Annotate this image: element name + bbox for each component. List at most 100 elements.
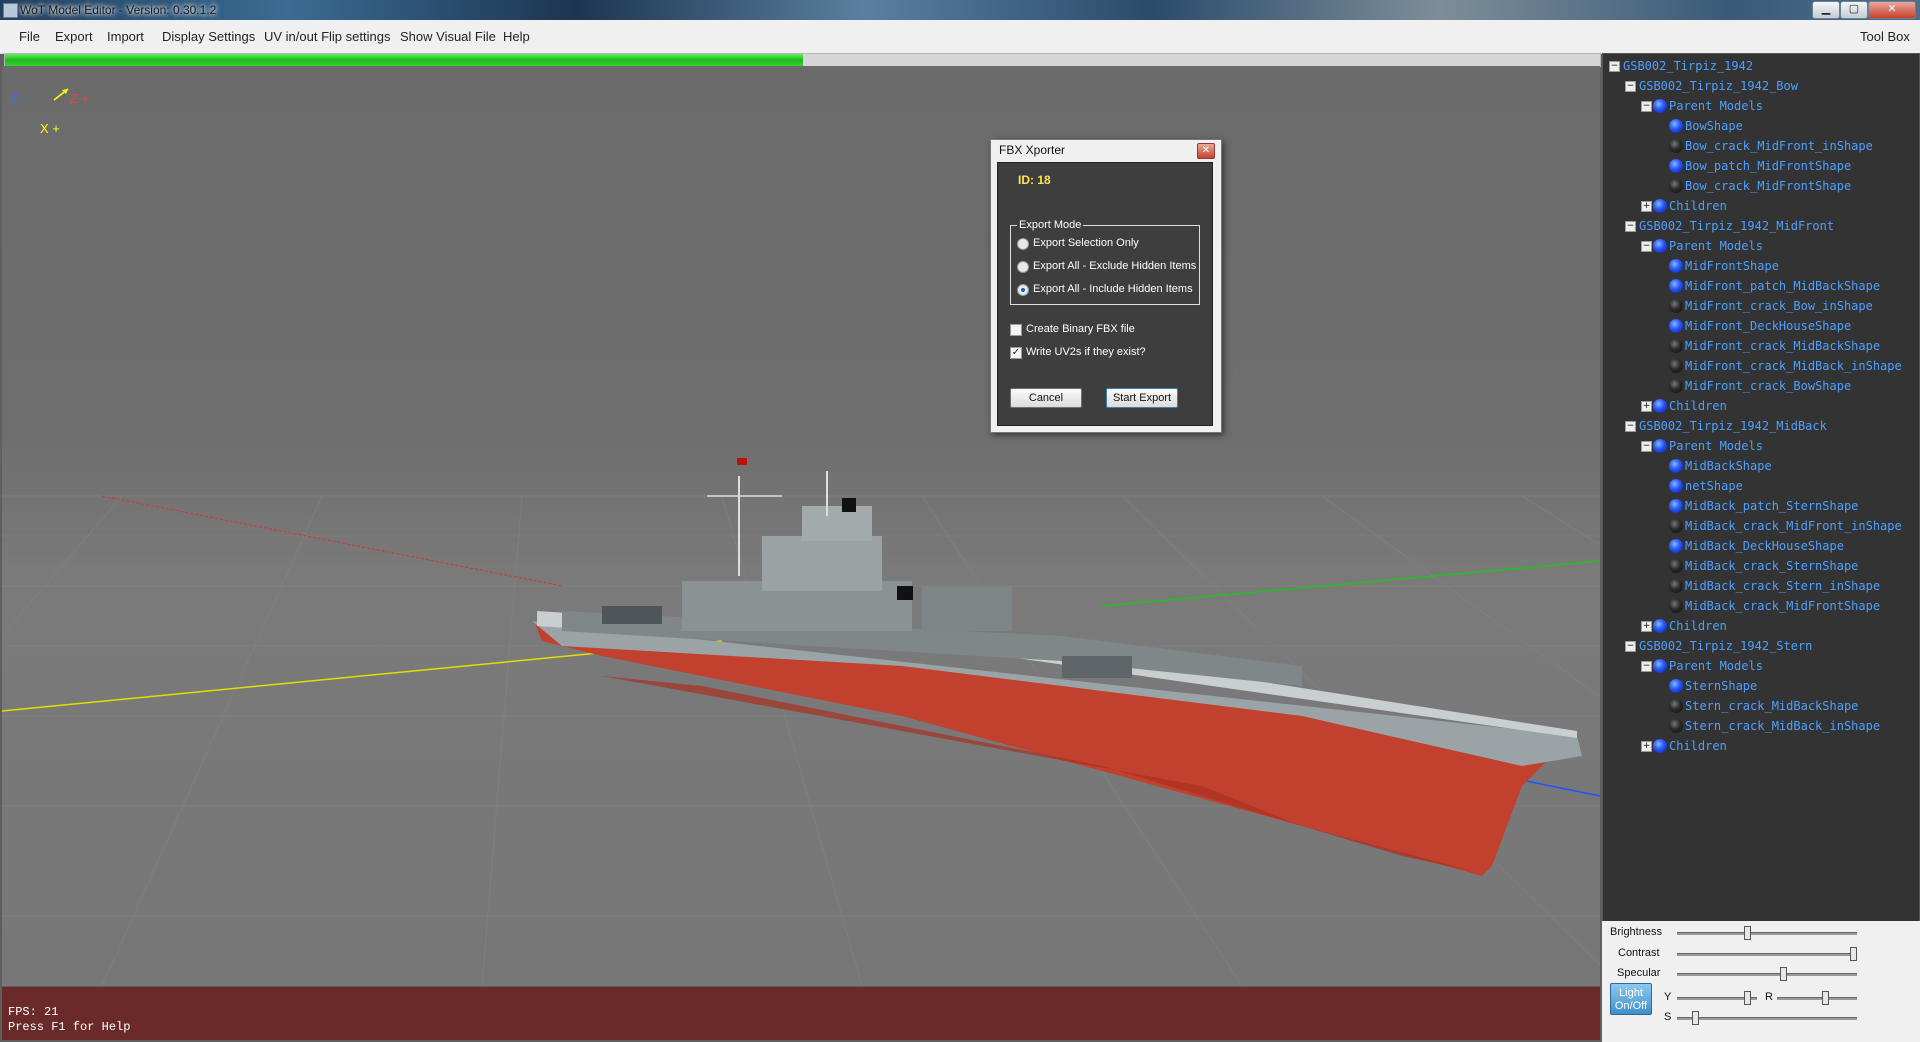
- collapse-icon[interactable]: −: [1641, 661, 1652, 672]
- collapse-icon[interactable]: −: [1625, 81, 1636, 92]
- tree-label: MidFront_DeckHouseShape: [1685, 319, 1852, 333]
- r-slider[interactable]: [1777, 997, 1857, 1000]
- visible-visibility-icon[interactable]: [1669, 479, 1683, 493]
- hidden-visibility-icon[interactable]: [1669, 719, 1683, 733]
- menu-toolbox[interactable]: Tool Box: [1860, 29, 1910, 44]
- checkbox[interactable]: [1010, 324, 1022, 336]
- expand-icon[interactable]: +: [1641, 741, 1652, 752]
- radio-button-selected[interactable]: [1017, 284, 1029, 296]
- contrast-slider-thumb[interactable]: [1850, 947, 1858, 961]
- visible-visibility-icon[interactable]: [1653, 199, 1667, 213]
- visible-visibility-icon[interactable]: [1653, 739, 1667, 753]
- visible-visibility-icon[interactable]: [1669, 159, 1683, 173]
- dialog-body: ID: 18 Export Mode Export Selection Only…: [997, 162, 1213, 426]
- radio-label: Export Selection Only: [1033, 237, 1139, 249]
- specular-slider[interactable]: [1677, 973, 1857, 976]
- dialog-close-button[interactable]: ✕: [1197, 143, 1215, 159]
- radio-label: Export All - Exclude Hidden Items: [1033, 260, 1197, 272]
- collapse-icon[interactable]: −: [1641, 241, 1652, 252]
- r-label: R: [1765, 991, 1773, 1003]
- radio-button[interactable]: [1017, 261, 1029, 273]
- tree-label: GSB002_Tirpiz_1942_Stern: [1639, 639, 1813, 653]
- window-title: WoT Model Editor - Version: 0.30.1.2: [20, 3, 217, 17]
- menu-show-visual-file[interactable]: Show Visual File: [400, 29, 496, 44]
- visible-visibility-icon[interactable]: [1653, 619, 1667, 633]
- visible-visibility-icon[interactable]: [1669, 459, 1683, 473]
- brightness-slider-thumb[interactable]: [1744, 926, 1752, 940]
- menu-file[interactable]: File: [19, 29, 40, 44]
- model-tree[interactable]: − GSB002_Tirpiz_1942− GSB002_Tirpiz_1942_B…: [1602, 53, 1920, 923]
- tree-label: MidFront_crack_Bow_inShape: [1685, 299, 1873, 313]
- minimize-button[interactable]: ▁: [1812, 1, 1840, 19]
- hidden-visibility-icon[interactable]: [1669, 359, 1683, 373]
- visible-visibility-icon[interactable]: [1669, 679, 1683, 693]
- menu-bar: File Export Import Display Settings UV i…: [0, 20, 1920, 54]
- checkbox-label: Write UV2s if they exist?: [1026, 346, 1146, 358]
- hidden-visibility-icon[interactable]: [1669, 139, 1683, 153]
- y-slider-thumb[interactable]: [1744, 991, 1752, 1005]
- hidden-visibility-icon[interactable]: [1669, 579, 1683, 593]
- tree-label: MidBack_crack_MidFrontShape: [1685, 599, 1881, 613]
- brightness-slider[interactable]: [1677, 932, 1857, 935]
- cancel-button[interactable]: Cancel: [1010, 388, 1082, 408]
- start-export-button[interactable]: Start Export: [1106, 388, 1178, 408]
- visible-visibility-icon[interactable]: [1669, 539, 1683, 553]
- hidden-visibility-icon[interactable]: [1669, 339, 1683, 353]
- tree-label: MidFront_crack_BowShape: [1685, 379, 1852, 393]
- hidden-visibility-icon[interactable]: [1669, 379, 1683, 393]
- specular-slider-thumb[interactable]: [1780, 967, 1788, 981]
- tree-label: Children: [1669, 619, 1727, 633]
- r-slider-thumb[interactable]: [1822, 991, 1829, 1005]
- s-slider-thumb[interactable]: [1692, 1011, 1699, 1025]
- collapse-icon[interactable]: −: [1641, 101, 1652, 112]
- collapse-icon[interactable]: −: [1609, 61, 1620, 72]
- visible-visibility-icon[interactable]: [1669, 319, 1683, 333]
- hidden-visibility-icon[interactable]: [1669, 559, 1683, 573]
- s-slider[interactable]: [1677, 1017, 1857, 1020]
- menu-import[interactable]: Import: [107, 29, 144, 44]
- menu-uv-flip-settings[interactable]: UV in/out Flip settings: [264, 29, 390, 44]
- tree-label: MidFront_crack_MidBack_inShape: [1685, 359, 1902, 373]
- visible-visibility-icon[interactable]: [1669, 279, 1683, 293]
- expand-icon[interactable]: +: [1641, 621, 1652, 632]
- hidden-visibility-icon[interactable]: [1669, 599, 1683, 613]
- checkbox-checked[interactable]: ✓: [1010, 347, 1022, 359]
- collapse-icon[interactable]: −: [1625, 221, 1636, 232]
- contrast-slider[interactable]: [1677, 953, 1857, 956]
- specular-label: Specular: [1617, 967, 1661, 979]
- hidden-visibility-icon[interactable]: [1669, 179, 1683, 193]
- visible-visibility-icon[interactable]: [1653, 659, 1667, 673]
- export-mode-group: Export Mode Export Selection Only Export…: [1010, 219, 1200, 305]
- menu-display-settings[interactable]: Display Settings: [162, 29, 255, 44]
- tree-label: Parent Models: [1669, 659, 1763, 673]
- expand-icon[interactable]: +: [1641, 401, 1652, 412]
- visible-visibility-icon[interactable]: [1653, 399, 1667, 413]
- visible-visibility-icon[interactable]: [1669, 119, 1683, 133]
- hidden-visibility-icon[interactable]: [1669, 699, 1683, 713]
- tree-label: MidFront_patch_MidBackShape: [1685, 279, 1881, 293]
- collapse-icon[interactable]: −: [1641, 441, 1652, 452]
- visible-visibility-icon[interactable]: [1669, 259, 1683, 273]
- light-toggle-button[interactable]: Light On/Off: [1610, 983, 1652, 1015]
- axis-line-red: [101, 495, 563, 587]
- visible-visibility-icon[interactable]: [1653, 239, 1667, 253]
- close-icon: ✕: [1201, 145, 1211, 156]
- menu-help[interactable]: Help: [503, 29, 530, 44]
- collapse-icon[interactable]: −: [1625, 641, 1636, 652]
- radio-button[interactable]: [1017, 238, 1029, 250]
- visible-visibility-icon[interactable]: [1653, 439, 1667, 453]
- tree-label: Stern_crack_MidBackShape: [1685, 699, 1859, 713]
- collapse-icon[interactable]: −: [1625, 421, 1636, 432]
- menu-export[interactable]: Export: [55, 29, 93, 44]
- ship-model: [532, 458, 1582, 876]
- maximize-button[interactable]: ▢: [1840, 1, 1868, 19]
- hidden-visibility-icon[interactable]: [1669, 519, 1683, 533]
- tree-label: BowShape: [1685, 119, 1743, 133]
- hidden-visibility-icon[interactable]: [1669, 299, 1683, 313]
- s-label: S: [1664, 1011, 1672, 1023]
- 3d-viewport[interactable]: Z - Z + X +: [2, 66, 1600, 986]
- visible-visibility-icon[interactable]: [1669, 499, 1683, 513]
- expand-icon[interactable]: +: [1641, 201, 1652, 212]
- close-window-button[interactable]: ✕: [1868, 1, 1916, 19]
- visible-visibility-icon[interactable]: [1653, 99, 1667, 113]
